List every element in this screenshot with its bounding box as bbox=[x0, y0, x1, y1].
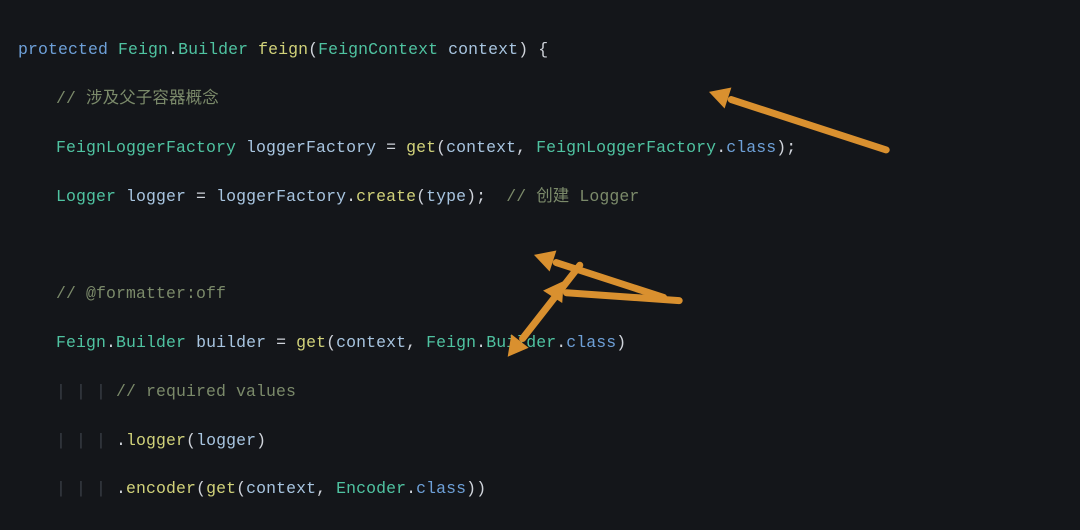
indent-guides: | | | bbox=[56, 382, 116, 401]
type: FeignLoggerFactory bbox=[56, 138, 236, 157]
code-line-10: | | | .encoder(get(context, Encoder.clas… bbox=[18, 477, 1080, 501]
code-line-7: Feign.Builder builder = get(context, Fei… bbox=[18, 331, 1080, 355]
builder-encoder: encoder bbox=[126, 479, 196, 498]
blank-line bbox=[18, 234, 1080, 258]
variable: logger bbox=[126, 187, 186, 206]
param-name: context bbox=[448, 40, 518, 59]
code-line-8: | | | // required values bbox=[18, 380, 1080, 404]
code-line-3: FeignLoggerFactory loggerFactory = get(c… bbox=[18, 136, 1080, 160]
type-builder: Builder bbox=[178, 40, 248, 59]
variable: loggerFactory bbox=[246, 138, 376, 157]
code-line-4: Logger logger = loggerFactory.create(typ… bbox=[18, 185, 1080, 209]
code-editor[interactable]: protected Feign.Builder feign(FeignConte… bbox=[0, 0, 1080, 530]
keyword-protected: protected bbox=[18, 40, 108, 59]
type: Logger bbox=[56, 187, 116, 206]
code-line-2: // 涉及父子容器概念 bbox=[18, 87, 1080, 111]
param-type: FeignContext bbox=[318, 40, 438, 59]
comment: // 创建 Logger bbox=[506, 187, 639, 206]
variable: builder bbox=[196, 333, 266, 352]
comment: // required values bbox=[116, 382, 296, 401]
method-name: feign bbox=[258, 40, 308, 59]
builder-logger: logger bbox=[126, 431, 186, 450]
type-feign: Feign bbox=[118, 40, 168, 59]
code-line-6: // @formatter:off bbox=[18, 282, 1080, 306]
code-line-1: protected Feign.Builder feign(FeignConte… bbox=[18, 38, 1080, 62]
fn-get: get bbox=[406, 138, 436, 157]
code-line-11: | | | .decoder(get(context, Decoder.clas… bbox=[18, 526, 1080, 530]
comment: // 涉及父子容器概念 bbox=[56, 89, 219, 108]
comment: // @formatter:off bbox=[56, 284, 226, 303]
code-line-9: | | | .logger(logger) bbox=[18, 429, 1080, 453]
